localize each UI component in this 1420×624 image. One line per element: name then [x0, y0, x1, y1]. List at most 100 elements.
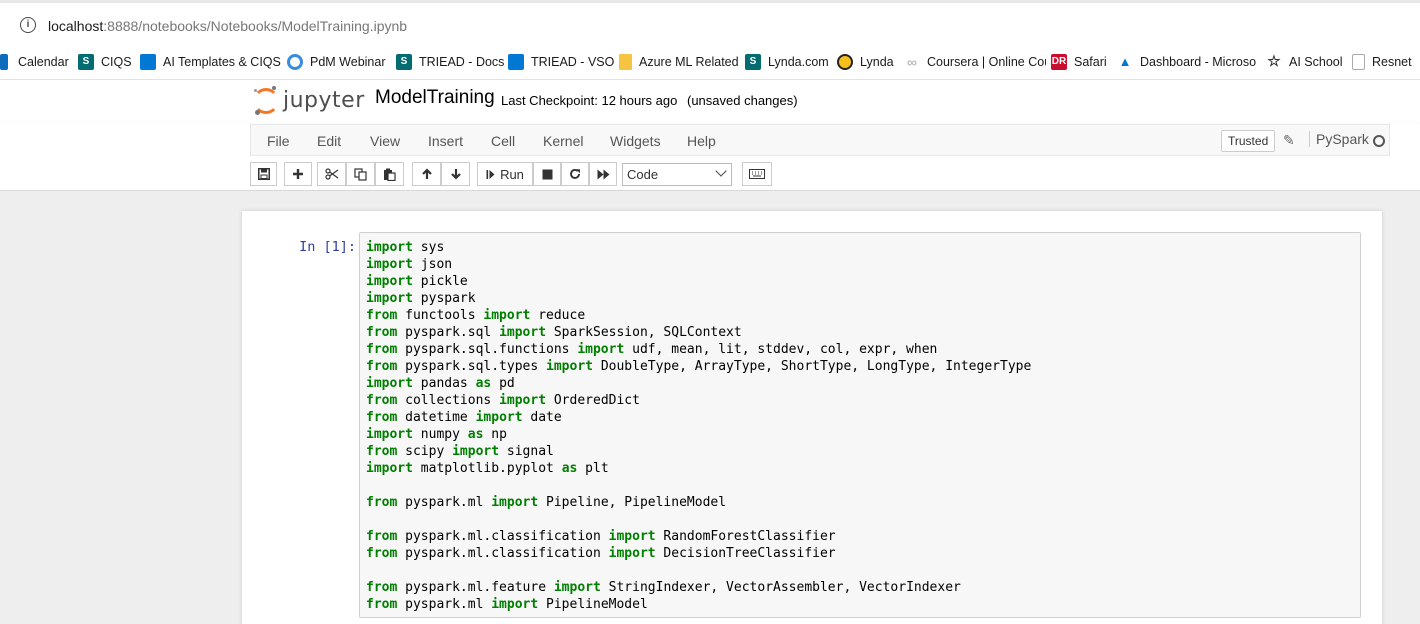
vso-icon: [508, 53, 524, 70]
command-palette-button[interactable]: [742, 162, 772, 186]
code-line: import numpy as np: [366, 427, 507, 442]
jupyter-logo[interactable]: jupyter: [253, 86, 364, 116]
calendar-icon: [0, 53, 8, 70]
insert-cell-button[interactable]: [284, 162, 312, 186]
bookmark-item[interactable]: AI Templates & CIQS: [140, 44, 282, 79]
checkpoint-status: Last Checkpoint: 12 hours ago (unsaved c…: [501, 93, 798, 108]
bookmark-item[interactable]: Azure ML Related: [619, 44, 741, 79]
bookmark-item[interactable]: S Lynda.com: [745, 44, 833, 79]
bookmark-item[interactable]: Lynda: [837, 44, 899, 79]
fast-forward-icon: [597, 169, 609, 179]
trusted-indicator[interactable]: Trusted: [1221, 130, 1276, 152]
restart-icon: [570, 169, 580, 179]
menu-widgets[interactable]: Widgets: [610, 133, 661, 149]
bookmark-item[interactable]: Resnet: [1352, 44, 1420, 79]
bookmark-label: AI School: [1289, 54, 1343, 69]
move-up-button[interactable]: [412, 162, 441, 186]
sharepoint-icon: S: [745, 53, 761, 70]
bookmark-label: TRIEAD - Docs: [419, 54, 504, 69]
code-line: from scipy import signal: [366, 444, 554, 459]
step-forward-icon: [486, 169, 495, 179]
address-bar: i localhost:8888/notebooks/Notebooks/Mod…: [0, 0, 1420, 44]
cell-type-select[interactable]: Code: [622, 163, 732, 186]
save-icon: [257, 168, 270, 180]
restart-run-all-button[interactable]: [589, 162, 617, 186]
cell-type-value: Code: [627, 167, 659, 182]
safari-icon: DR: [1051, 53, 1067, 70]
keyboard-icon: [749, 169, 765, 179]
bookmark-item[interactable]: S CIQS: [78, 44, 136, 79]
bookmark-label: AI Templates & CIQS: [163, 54, 281, 69]
code-line: from pyspark.ml import PipelineModel: [366, 597, 648, 612]
code-line: from pyspark.ml.classification import Ra…: [366, 529, 836, 544]
bookmark-item[interactable]: ▲ Dashboard - Microso: [1117, 44, 1261, 79]
menu-insert[interactable]: Insert: [428, 133, 463, 149]
bookmark-label: TRIEAD - VSO: [531, 54, 614, 69]
bookmark-label: Resnet: [1372, 54, 1412, 69]
menu-view[interactable]: View: [370, 133, 400, 149]
code-line: import pyspark: [366, 291, 476, 306]
bookmark-label: Dashboard - Microso: [1140, 54, 1257, 69]
paste-button[interactable]: [375, 162, 404, 186]
chevron-down-icon: [715, 165, 727, 177]
menu-cell[interactable]: Cell: [491, 133, 515, 149]
bookmark-item[interactable]: Calendar: [0, 44, 70, 79]
scissors-icon: [324, 168, 338, 180]
interrupt-kernel-button[interactable]: [533, 162, 561, 186]
kernel-name[interactable]: PySpark: [1309, 131, 1369, 147]
vso-icon: [140, 53, 156, 70]
checkpoint-time: 12 hours ago: [601, 93, 678, 108]
bookmark-label: Lynda: [860, 54, 894, 69]
url-text[interactable]: localhost:8888/notebooks/Notebooks/Model…: [48, 18, 407, 34]
copy-button[interactable]: [346, 162, 375, 186]
bookmark-item[interactable]: ☆ AI School: [1266, 44, 1348, 79]
site-info-icon[interactable]: i: [20, 17, 36, 33]
cut-button[interactable]: [317, 162, 346, 186]
coursera-icon: ∞: [907, 53, 917, 70]
notebook-name[interactable]: ModelTraining: [375, 87, 495, 109]
menu-file[interactable]: File: [267, 133, 290, 149]
bookmark-item[interactable]: DR Safari: [1051, 44, 1113, 79]
code-line: from pyspark.sql import SparkSession, SQ…: [366, 325, 742, 340]
save-button[interactable]: [250, 162, 277, 186]
unsaved-changes: (unsaved changes): [687, 93, 798, 108]
bookmark-item[interactable]: ∞ Coursera | Online Cou: [904, 44, 1046, 79]
stop-icon: [542, 169, 552, 179]
bookmark-label: Azure ML Related: [639, 54, 739, 69]
code-line: from pyspark.ml import Pipeline, Pipelin…: [366, 495, 727, 510]
menu-edit[interactable]: Edit: [317, 133, 341, 149]
copy-icon: [354, 167, 367, 181]
code-line: from datetime import date: [366, 410, 562, 425]
star-icon: ☆: [1267, 52, 1281, 70]
restart-kernel-button[interactable]: [561, 162, 589, 186]
jupyter-wordmark: jupyter: [283, 88, 365, 113]
bookmark-label: Calendar: [18, 54, 69, 69]
url-host: localhost: [48, 18, 104, 34]
paste-icon: [384, 168, 396, 181]
bookmark-item[interactable]: S TRIEAD - Docs: [396, 44, 504, 79]
bookmark-item[interactable]: TRIEAD - VSO: [508, 44, 614, 79]
code-line: import sys: [366, 240, 445, 255]
webinar-icon: [287, 53, 303, 70]
menu-kernel[interactable]: Kernel: [543, 133, 583, 149]
bookmarks-bar: Calendar S CIQS AI Templates & CIQS PdM Webi…: [0, 44, 1420, 80]
folder-icon: [619, 53, 632, 70]
code-line: import pandas as pd: [366, 376, 515, 391]
code-line: from collections import OrderedDict: [366, 393, 640, 408]
code-line: from pyspark.ml.feature import StringInd…: [366, 580, 961, 595]
code-editor[interactable]: import sys import json import pickle import…: [366, 239, 1031, 613]
move-down-button[interactable]: [441, 162, 470, 186]
code-line: from pyspark.ml.classification import De…: [366, 546, 836, 561]
bookmark-label: Lynda.com: [768, 54, 829, 69]
bookmark-item[interactable]: PdM Webinar: [287, 44, 391, 79]
menu-help[interactable]: Help: [687, 133, 716, 149]
url-path: :8888/notebooks/Notebooks/ModelTraining.…: [103, 18, 408, 34]
code-cell-input[interactable]: import sys import json import pickle import…: [359, 232, 1361, 618]
run-button[interactable]: Run: [477, 162, 533, 186]
edit-pencil-icon[interactable]: ✎: [1283, 132, 1295, 149]
code-line: from pyspark.sql.functions import udf, m…: [366, 342, 938, 357]
plus-icon: [293, 169, 303, 179]
bookmark-label: Coursera | Online Cou: [927, 54, 1046, 69]
